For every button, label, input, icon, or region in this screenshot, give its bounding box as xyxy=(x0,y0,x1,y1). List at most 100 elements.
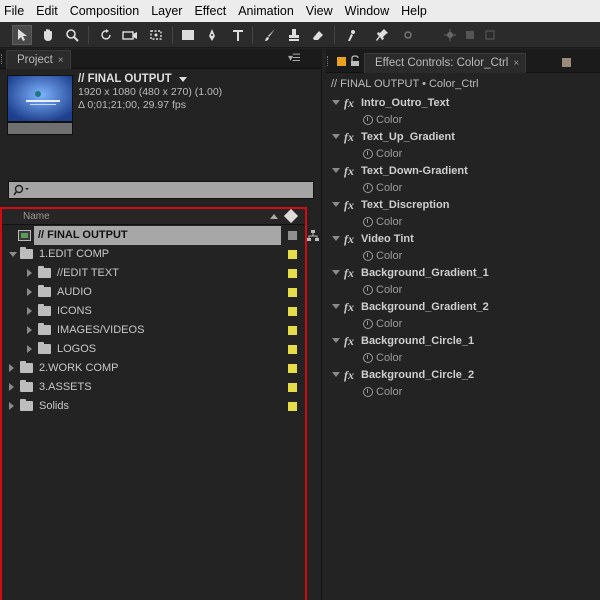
tab-project[interactable]: Project × xyxy=(6,50,71,69)
folder-row[interactable]: IMAGES/VIDEOS xyxy=(2,321,305,340)
folder-row[interactable]: Solids xyxy=(2,397,305,416)
close-icon[interactable]: × xyxy=(513,58,519,69)
effect-property-row[interactable]: Color xyxy=(326,180,600,197)
folder-row[interactable]: 1.EDIT COMP xyxy=(2,245,305,264)
local-axis-icon[interactable] xyxy=(440,25,460,45)
disclosure-collapsed-icon[interactable] xyxy=(9,364,14,372)
composition-tab-icon[interactable] xyxy=(562,58,571,67)
fx-toggle-icon[interactable]: fx xyxy=(344,96,354,111)
type-tool-icon[interactable] xyxy=(228,25,248,45)
folder-row[interactable]: LOGOS xyxy=(2,340,305,359)
fx-toggle-icon[interactable]: fx xyxy=(344,334,354,349)
label-column-icon[interactable] xyxy=(283,208,299,224)
fx-toggle-icon[interactable]: fx xyxy=(344,130,354,145)
effect-row[interactable]: fx Background_Gradient_1 xyxy=(326,265,600,282)
effect-row[interactable]: fx Video Tint xyxy=(326,231,600,248)
puppet-overlap-tool-icon[interactable] xyxy=(398,25,418,45)
disclosure-expanded-icon[interactable] xyxy=(332,270,340,275)
disclosure-collapsed-icon[interactable] xyxy=(27,269,32,277)
menu-view[interactable]: View xyxy=(306,4,333,18)
menu-window[interactable]: Window xyxy=(345,4,389,18)
label-color-swatch[interactable] xyxy=(288,383,297,392)
effect-property-row[interactable]: Color xyxy=(326,214,600,231)
disclosure-collapsed-icon[interactable] xyxy=(9,383,14,391)
clone-stamp-tool-icon[interactable] xyxy=(284,25,304,45)
brush-tool-icon[interactable] xyxy=(260,25,280,45)
disclosure-collapsed-icon[interactable] xyxy=(27,288,32,296)
effect-row[interactable]: fx Text_Up_Gradient xyxy=(326,129,600,146)
label-color-swatch[interactable] xyxy=(288,307,297,316)
sort-ascending-icon[interactable] xyxy=(270,214,278,219)
disclosure-expanded-icon[interactable] xyxy=(332,202,340,207)
stopwatch-icon[interactable] xyxy=(363,319,373,329)
close-icon[interactable]: × xyxy=(58,55,64,66)
project-search-input[interactable] xyxy=(8,181,314,199)
stopwatch-icon[interactable] xyxy=(363,251,373,261)
label-color-swatch[interactable] xyxy=(288,288,297,297)
stopwatch-icon[interactable] xyxy=(363,353,373,363)
stopwatch-icon[interactable] xyxy=(363,149,373,159)
camera-tool-icon[interactable] xyxy=(120,25,140,45)
selection-tool-icon[interactable] xyxy=(12,25,32,45)
chevron-down-icon[interactable] xyxy=(178,76,187,82)
flowchart-icon[interactable] xyxy=(306,229,320,246)
disclosure-expanded-icon[interactable] xyxy=(332,372,340,377)
effect-property-row[interactable]: Color xyxy=(326,248,600,265)
effect-row[interactable]: fx Text_Discreption xyxy=(326,197,600,214)
menu-composition[interactable]: Composition xyxy=(70,4,139,18)
column-name-header[interactable]: Name xyxy=(23,211,50,222)
panel-grip-icon[interactable] xyxy=(1,54,4,64)
disclosure-collapsed-icon[interactable] xyxy=(9,402,14,410)
puppet-pin-tool-icon[interactable] xyxy=(372,25,392,45)
effect-property-row[interactable]: Color xyxy=(326,316,600,333)
disclosure-collapsed-icon[interactable] xyxy=(27,326,32,334)
stopwatch-icon[interactable] xyxy=(363,217,373,227)
panel-grip-icon[interactable] xyxy=(327,56,330,66)
tab-effect-controls[interactable]: Effect Controls: Color_Ctrl × xyxy=(364,53,527,73)
hand-tool-icon[interactable] xyxy=(38,25,58,45)
effect-row[interactable]: fx Background_Gradient_2 xyxy=(326,299,600,316)
folder-row[interactable]: 3.ASSETS xyxy=(2,378,305,397)
disclosure-expanded-icon[interactable] xyxy=(332,338,340,343)
stopwatch-icon[interactable] xyxy=(363,285,373,295)
label-color-swatch[interactable] xyxy=(288,250,297,259)
fx-toggle-icon[interactable]: fx xyxy=(344,300,354,315)
stopwatch-icon[interactable] xyxy=(363,387,373,397)
fx-toggle-icon[interactable]: fx xyxy=(344,368,354,383)
disclosure-collapsed-icon[interactable] xyxy=(27,345,32,353)
label-color-swatch[interactable] xyxy=(288,402,297,411)
folder-row[interactable]: ICONS xyxy=(2,302,305,321)
fx-toggle-icon[interactable]: fx xyxy=(344,266,354,281)
effect-property-row[interactable]: Color xyxy=(326,146,600,163)
disclosure-expanded-icon[interactable] xyxy=(332,168,340,173)
disclosure-collapsed-icon[interactable] xyxy=(27,307,32,315)
lock-icon[interactable] xyxy=(350,55,360,70)
effect-property-row[interactable]: Color xyxy=(326,282,600,299)
effect-row[interactable]: fx Intro_Outro_Text xyxy=(326,95,600,112)
rotation-tool-icon[interactable] xyxy=(96,25,116,45)
effect-property-row[interactable]: Color xyxy=(326,350,600,367)
eraser-tool-icon[interactable] xyxy=(308,25,328,45)
menu-help[interactable]: Help xyxy=(401,4,427,18)
stopwatch-icon[interactable] xyxy=(363,115,373,125)
effect-row[interactable]: fx Text_Down-Gradient xyxy=(326,163,600,180)
disclosure-expanded-icon[interactable] xyxy=(332,236,340,241)
effect-row[interactable]: fx Background_Circle_2 xyxy=(326,367,600,384)
fx-toggle-icon[interactable]: fx xyxy=(344,232,354,247)
rectangle-tool-icon[interactable] xyxy=(178,25,198,45)
pan-behind-tool-icon[interactable] xyxy=(146,25,166,45)
label-color-swatch[interactable] xyxy=(288,231,297,240)
fx-toggle-icon[interactable]: fx xyxy=(344,198,354,213)
menu-animation[interactable]: Animation xyxy=(238,4,294,18)
pen-tool-icon[interactable] xyxy=(202,25,222,45)
menu-edit[interactable]: Edit xyxy=(36,4,58,18)
disclosure-expanded-icon[interactable] xyxy=(332,100,340,105)
disclosure-expanded-icon[interactable] xyxy=(9,252,17,257)
effect-property-row[interactable]: Color xyxy=(326,384,600,401)
menu-file[interactable]: File xyxy=(4,4,24,18)
disclosure-expanded-icon[interactable] xyxy=(332,304,340,309)
label-color-swatch[interactable] xyxy=(288,364,297,373)
panel-menu-icon[interactable]: ▾☰ xyxy=(288,53,301,64)
effect-property-row[interactable]: Color xyxy=(326,112,600,129)
comp-row[interactable]: // FINAL OUTPUT xyxy=(18,226,297,245)
